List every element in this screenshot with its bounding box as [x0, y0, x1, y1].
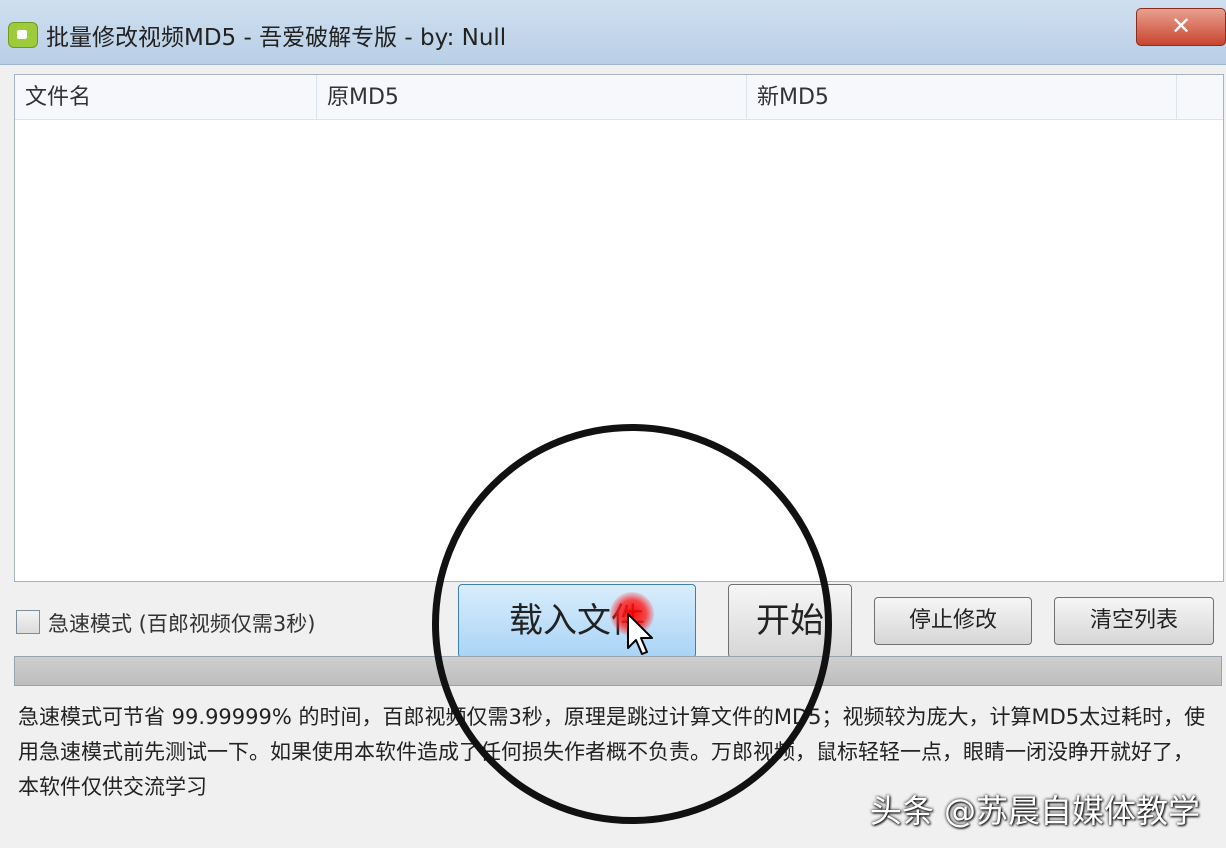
window-title: 批量修改视频MD5 - 吾爱破解专版 - by: Null	[46, 25, 507, 51]
load-files-button[interactable]: 载入文件	[458, 584, 696, 658]
clear-list-button[interactable]: 清空列表	[1054, 597, 1214, 645]
list-body[interactable]	[15, 120, 1223, 580]
fast-mode-label[interactable]: 急速模式 (百郎视频仅需3秒)	[48, 608, 315, 638]
mouse-pointer-icon	[627, 613, 653, 655]
column-header-filename[interactable]: 文件名	[15, 75, 317, 119]
fast-mode-checkbox[interactable]	[16, 610, 40, 634]
stop-modify-button[interactable]: 停止修改	[874, 597, 1032, 645]
main-window: 批量修改视频MD5 - 吾爱破解专版 - by: Null ✕ 文件名 原MD5…	[0, 0, 1226, 848]
column-header-new-md5[interactable]: 新MD5	[747, 75, 1177, 119]
close-button[interactable]: ✕	[1136, 8, 1226, 46]
progress-bar	[14, 656, 1222, 686]
title-bar[interactable]: 批量修改视频MD5 - 吾爱破解专版 - by: Null ✕	[0, 0, 1226, 65]
file-list[interactable]: 文件名 原MD5 新MD5	[14, 74, 1224, 582]
watermark-text: 头条 @苏晨自媒体教学	[869, 792, 1200, 830]
column-header-old-md5[interactable]: 原MD5	[317, 75, 747, 119]
list-header: 文件名 原MD5 新MD5	[15, 75, 1223, 120]
app-icon	[8, 22, 38, 48]
start-button[interactable]: 开始	[728, 584, 852, 658]
